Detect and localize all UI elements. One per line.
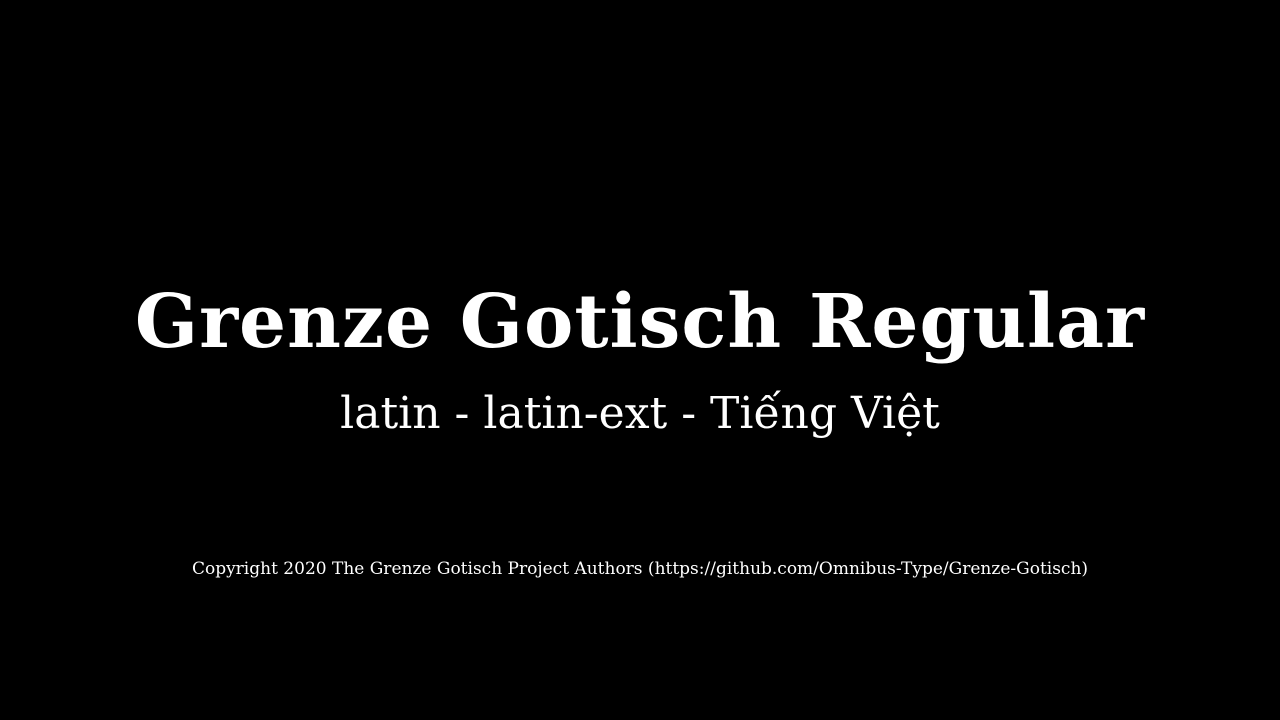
supported-scripts: latin - latin-ext - Tiếng Việt: [340, 388, 940, 439]
copyright-notice: Copyright 2020 The Grenze Gotisch Projec…: [191, 559, 1089, 579]
font-name-title: Grenze Gotisch Regular: [134, 279, 1146, 365]
